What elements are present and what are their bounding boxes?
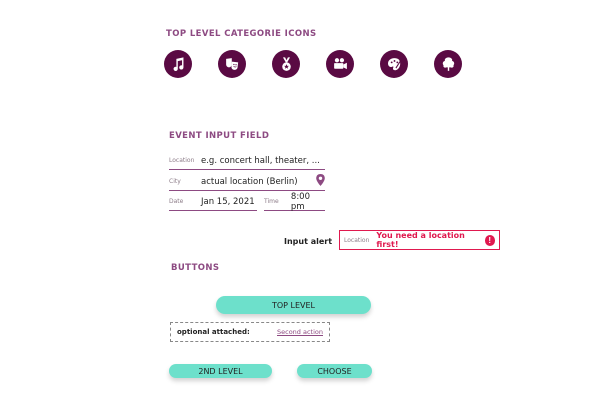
date-input[interactable]: Jan 15, 2021 xyxy=(201,197,255,207)
optional-attached-label: optional attached: xyxy=(177,328,250,336)
location-label: Location xyxy=(169,157,195,164)
theater-masks-icon[interactable] xyxy=(218,50,246,78)
second-level-button[interactable]: 2ND LEVEL xyxy=(169,364,272,378)
second-action-link[interactable]: Second action xyxy=(277,328,323,336)
alert-message: You need a location first! xyxy=(376,231,465,249)
location-alert-field[interactable]: Location You need a location first! ! xyxy=(339,230,500,250)
category-icon-row xyxy=(164,50,462,78)
award-medal-icon[interactable] xyxy=(272,50,300,78)
city-field[interactable]: City actual location (Berlin) xyxy=(169,173,325,191)
date-label: Date xyxy=(169,198,184,205)
music-icon[interactable] xyxy=(164,50,192,78)
art-palette-icon[interactable] xyxy=(380,50,408,78)
tree-icon[interactable] xyxy=(434,50,462,78)
event-input-heading: EVENT INPUT FIELD xyxy=(169,131,270,141)
choose-button[interactable]: CHOOSE xyxy=(297,364,372,378)
categories-heading: TOP LEVEL CATEGORIE ICONS xyxy=(166,29,317,39)
city-input[interactable]: actual location (Berlin) xyxy=(201,177,298,187)
time-field[interactable]: Time 8:00 pm xyxy=(264,192,325,212)
alert-exclamation-icon: ! xyxy=(484,234,495,246)
input-alert-caption: Input alert xyxy=(284,237,333,246)
buttons-heading: BUTTONS xyxy=(171,263,220,273)
map-pin-icon[interactable] xyxy=(316,173,325,191)
city-label: City xyxy=(169,178,181,185)
film-camera-icon[interactable] xyxy=(326,50,354,78)
top-level-button[interactable]: TOP LEVEL xyxy=(216,296,371,314)
date-field[interactable]: Date Jan 15, 2021 xyxy=(169,193,257,211)
time-input[interactable]: 8:00 pm xyxy=(291,192,325,212)
optional-attached-box: optional attached: Second action xyxy=(170,322,330,342)
time-label: Time xyxy=(264,198,279,205)
location-input[interactable]: e.g. concert hall, theater, ... xyxy=(201,156,320,166)
alert-location-label: Location xyxy=(344,236,370,244)
location-field[interactable]: Location e.g. concert hall, theater, ... xyxy=(169,152,325,170)
